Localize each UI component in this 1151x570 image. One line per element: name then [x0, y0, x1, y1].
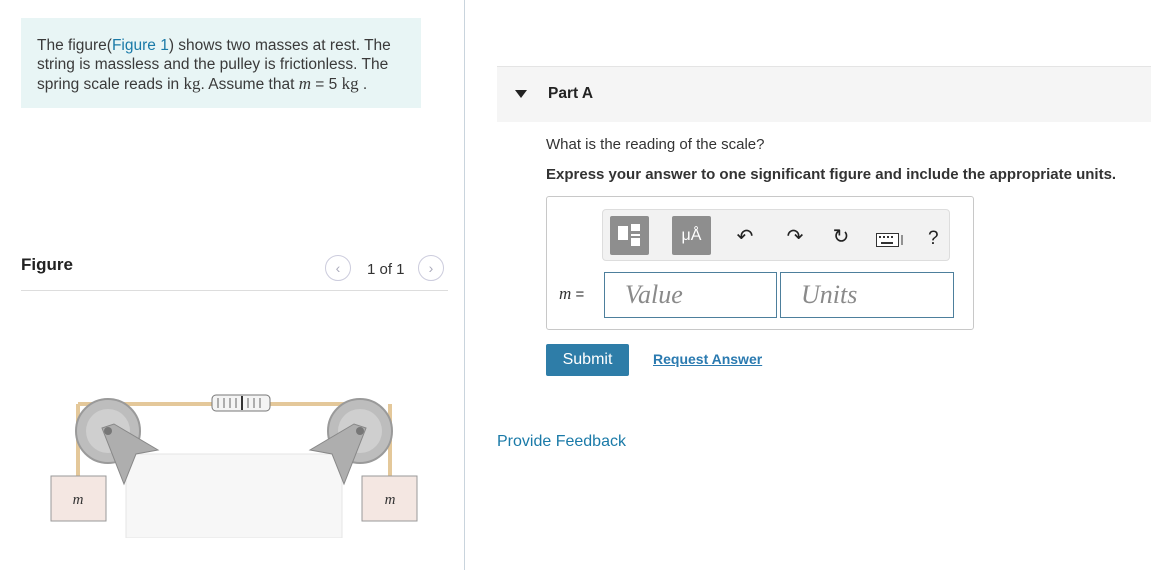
reset-icon[interactable]: ↻	[830, 226, 852, 248]
figure-link[interactable]: Figure 1	[112, 37, 169, 54]
problem-intro: The figure(	[37, 37, 112, 54]
panel-divider	[464, 0, 465, 570]
value-input[interactable]: Value	[604, 272, 777, 318]
redo-icon[interactable]: ↷	[784, 226, 806, 248]
pulley-figure: m m	[50, 394, 418, 538]
unit-kg-2: kg	[341, 74, 359, 93]
instruction-text: Express your answer to one significant f…	[546, 166, 1117, 183]
answer-label-var: m	[559, 284, 572, 303]
chevron-right-icon: ›	[428, 260, 434, 276]
part-a-title[interactable]: Part A	[548, 85, 593, 103]
unit-kg: kg	[183, 74, 201, 93]
keyboard-button[interactable]	[876, 233, 904, 247]
templates-button[interactable]	[610, 216, 649, 255]
answer-label-eq: =	[571, 286, 585, 303]
right-mass-label: m	[385, 492, 396, 508]
question-text: What is the reading of the scale?	[546, 136, 765, 153]
problem-statement: The figure(Figure 1) shows two masses at…	[37, 36, 407, 94]
chevron-left-icon: ‹	[335, 260, 341, 276]
units-button[interactable]: μÅ	[672, 216, 711, 255]
templates-icon	[618, 224, 640, 246]
table	[125, 453, 343, 538]
figure-heading: Figure	[21, 255, 73, 274]
left-mass-label: m	[73, 492, 84, 508]
part-a-header[interactable]	[497, 66, 1151, 122]
next-figure-button[interactable]: ›	[418, 255, 444, 281]
problem-eq: = 5	[310, 76, 342, 93]
figure-count: 1 of 1	[367, 261, 405, 278]
undo-icon[interactable]: ↶	[734, 226, 756, 248]
provide-feedback-link[interactable]: Provide Feedback	[497, 433, 626, 451]
request-answer-link[interactable]: Request Answer	[653, 351, 762, 367]
mass-variable: m	[298, 74, 311, 93]
submit-button[interactable]: Submit	[546, 344, 629, 376]
problem-end: .	[358, 76, 368, 93]
units-input[interactable]: Units	[780, 272, 954, 318]
figure-rule	[21, 290, 448, 291]
answer-label: m =	[559, 284, 584, 304]
keyboard-icon	[876, 233, 903, 247]
prev-figure-button[interactable]: ‹	[325, 255, 351, 281]
help-button[interactable]: ?	[928, 228, 939, 250]
problem-text-b: . Assume that	[200, 76, 299, 93]
collapse-caret-icon[interactable]	[515, 90, 527, 98]
